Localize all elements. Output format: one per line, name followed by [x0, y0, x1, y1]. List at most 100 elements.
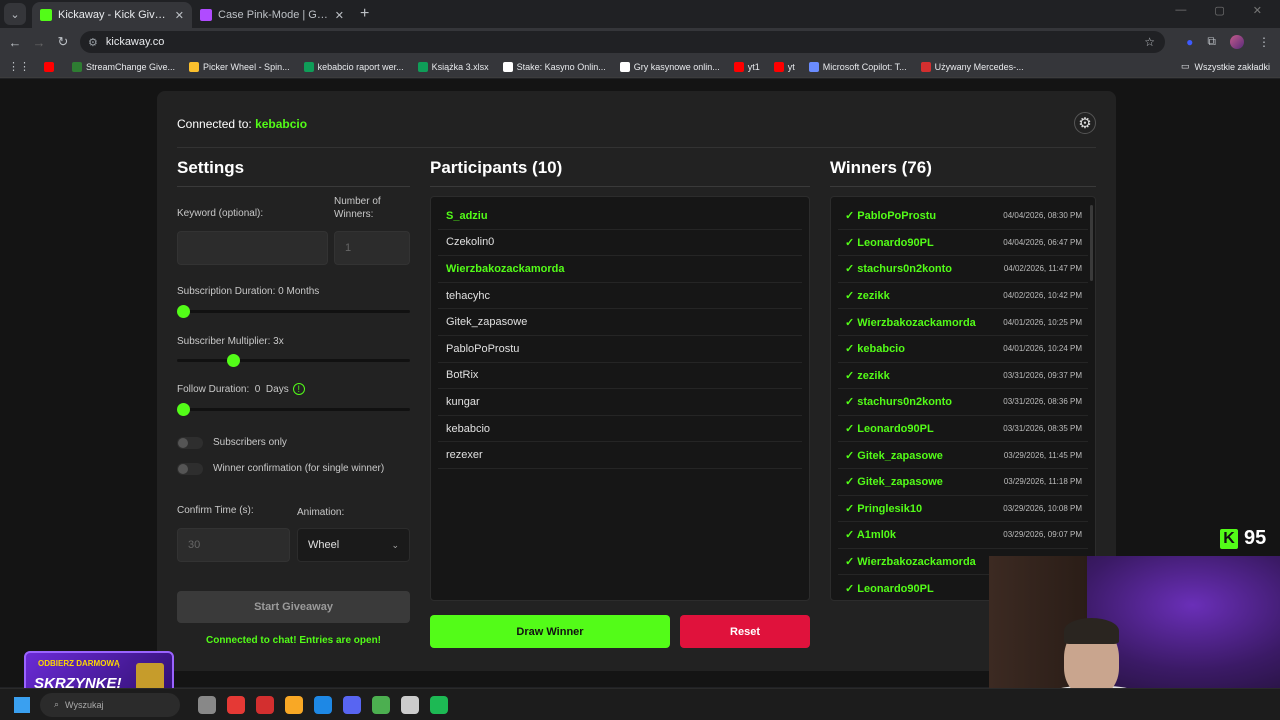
bookmark-item[interactable]: kebabcio raport wer...	[303, 61, 404, 72]
sub-multiplier-slider[interactable]	[177, 354, 410, 367]
bookmark-favicon-icon	[808, 61, 819, 72]
tab-g4skins[interactable]: Case Pink-Mode | G4Skins - Op ✕	[192, 2, 352, 28]
winner-confirmation-toggle[interactable]	[177, 463, 203, 475]
draw-winner-button[interactable]: Draw Winner	[430, 615, 670, 648]
sub-duration-slider[interactable]	[177, 305, 410, 318]
winners-underline	[830, 186, 1096, 187]
bookmark-favicon-icon	[619, 61, 630, 72]
animation-select[interactable]: Wheel ⌄	[297, 528, 410, 562]
tab-bar: ⌄ Kickaway - Kick Giveaway Tool ✕ Case P…	[0, 0, 1280, 28]
subscribers-only-toggle[interactable]	[177, 437, 203, 449]
profile-avatar[interactable]	[1230, 34, 1244, 49]
bookmark-favicon-icon	[72, 61, 82, 72]
reset-button[interactable]: Reset	[680, 615, 810, 648]
winners-list[interactable]: ✓ PabloPoProstu 04/04/2026, 08:30 PM ✓ Leo…	[830, 196, 1096, 601]
tab-kickaway[interactable]: Kickaway - Kick Giveaway Tool ✕	[32, 2, 192, 28]
info-icon[interactable]: !	[292, 383, 305, 395]
settings-gear-icon[interactable]: ⚙	[1074, 112, 1096, 134]
winners-count-input[interactable]: 1	[334, 231, 410, 265]
slider-thumb[interactable]	[177, 403, 190, 416]
bookmark-item[interactable]: Używany Mercedes-...	[920, 61, 1024, 72]
channel-name: kebabcio	[255, 117, 308, 131]
winner-timestamp: 03/29/2026, 11:18 PM	[1003, 477, 1082, 487]
slider-thumb[interactable]	[227, 354, 240, 367]
participant-row: kungar	[438, 389, 802, 416]
site-info-icon[interactable]: ⚙	[88, 36, 98, 49]
extensions-puzzle-icon[interactable]: ⧉	[1207, 34, 1216, 49]
more-menu-icon[interactable]: ⋮	[1258, 35, 1270, 49]
windows-taskbar: ⌕ Wyszukaj	[0, 688, 1280, 720]
animation-label: Animation:	[297, 507, 345, 518]
minimize-icon[interactable]: —	[1175, 4, 1186, 17]
taskbar-app-icon[interactable]	[285, 695, 303, 714]
taskbar-app-icon[interactable]	[430, 695, 448, 714]
taskbar-app-icon[interactable]	[372, 695, 390, 714]
close-tab-icon[interactable]: ✕	[335, 9, 344, 22]
confirm-time-label: Confirm Time (s):	[177, 505, 254, 516]
winner-row: ✓ zezikk 04/02/2026, 10:42 PM	[838, 283, 1088, 310]
winner-row: ✓ kebabcio 04/01/2026, 10:24 PM	[838, 336, 1088, 363]
bookmark-item[interactable]: StreamChange Give...	[72, 61, 175, 72]
winner-name: ✓ Wierzbakozackamorda	[845, 556, 976, 569]
bookmark-favicon-icon	[920, 61, 931, 72]
keyword-input[interactable]	[177, 231, 328, 265]
bookmark-item[interactable]: Książka 3.xlsx	[417, 61, 489, 72]
apps-grid-icon[interactable]: ⋮⋮	[8, 60, 30, 73]
maximize-icon[interactable]: ▢	[1214, 4, 1224, 17]
start-giveaway-button[interactable]: Start Giveaway	[177, 591, 410, 623]
winner-timestamp: 03/29/2026, 11:45 PM	[1003, 450, 1082, 460]
bookmark-item[interactable]	[44, 61, 58, 72]
taskbar-app-icon[interactable]	[401, 695, 419, 714]
winner-confirmation-label: Winner confirmation (for single winner)	[213, 463, 385, 474]
bookmark-label: kebabcio raport wer...	[317, 61, 404, 72]
winner-name: ✓ Gitek_zapasowe	[845, 449, 943, 462]
confirm-time-input[interactable]: 30	[177, 528, 290, 562]
new-tab-button[interactable]: +	[360, 5, 369, 23]
bookmark-item[interactable]: yt1	[733, 61, 760, 72]
connected-label: Connected to:	[177, 117, 252, 131]
winners-scrollbar[interactable]	[1090, 205, 1093, 281]
viewer-count: 95	[1244, 527, 1267, 549]
bookmarks-bar: ⋮⋮ StreamChange Give... Picker Wheel - Sp…	[0, 56, 1280, 78]
follow-duration-label: Follow Duration: 0 Days!	[177, 383, 305, 395]
winner-timestamp: 03/31/2026, 08:36 PM	[1003, 397, 1082, 407]
settings-title: Settings	[177, 158, 245, 177]
close-window-icon[interactable]: ✕	[1253, 4, 1262, 17]
extension-circle-icon[interactable]: ●	[1186, 35, 1193, 49]
bookmark-label: Microsoft Copilot: T...	[822, 61, 907, 72]
all-bookmarks-folder[interactable]: ▭ Wszystkie zakładki	[1181, 61, 1270, 72]
bookmark-favicon-icon	[44, 61, 54, 72]
participant-row: Gitek_zapasowe	[438, 309, 802, 336]
winner-row: ✓ stachurs0n2konto 04/02/2026, 11:47 PM	[838, 256, 1088, 283]
taskbar-app-icon[interactable]	[227, 695, 245, 714]
follow-duration-slider[interactable]	[177, 403, 410, 416]
toolbar-actions: ● ⧉ ⋮	[1186, 34, 1270, 49]
taskbar-app-icon[interactable]	[343, 695, 361, 714]
bookmark-label: Książka 3.xlsx	[431, 61, 489, 72]
winner-name: ✓ stachurs0n2konto	[845, 263, 953, 276]
taskbar-app-icon[interactable]	[256, 695, 274, 714]
back-arrow-icon[interactable]: ←	[3, 35, 27, 50]
taskbar-app-icon[interactable]	[198, 695, 216, 714]
bookmark-item[interactable]: yt	[773, 61, 795, 72]
forward-arrow-icon[interactable]: →	[27, 35, 51, 50]
address-bar[interactable]: ⚙ kickaway.co ☆	[80, 31, 1165, 53]
close-tab-icon[interactable]: ✕	[175, 9, 184, 22]
taskbar-search[interactable]: ⌕ Wyszukaj	[40, 692, 180, 717]
reload-icon[interactable]: ↻	[51, 34, 75, 50]
tab-search-menu[interactable]: ⌄	[4, 3, 26, 25]
taskbar-app-icon[interactable]	[314, 695, 332, 714]
tab-title: Kickaway - Kick Giveaway Tool	[58, 9, 169, 21]
winner-timestamp: 04/01/2026, 10:25 PM	[1003, 317, 1082, 327]
bookmark-label: Używany Mercedes-...	[934, 61, 1024, 72]
windows-start-icon[interactable]	[14, 696, 30, 713]
bookmark-item[interactable]: Picker Wheel - Spin...	[189, 61, 290, 72]
slider-thumb[interactable]	[177, 305, 190, 318]
winner-timestamp: 03/29/2026, 10:08 PM	[1003, 503, 1082, 513]
bookmark-item[interactable]: Microsoft Copilot: T...	[808, 61, 907, 72]
sub-multiplier-label: Subscriber Multiplier: 3x	[177, 336, 284, 347]
crate-icon	[136, 663, 164, 691]
bookmark-star-icon[interactable]: ☆	[1144, 35, 1155, 49]
bookmark-item[interactable]: Gry kasynowe onlin...	[619, 61, 720, 72]
bookmark-item[interactable]: Stake: Kasyno Onlin...	[502, 61, 606, 72]
